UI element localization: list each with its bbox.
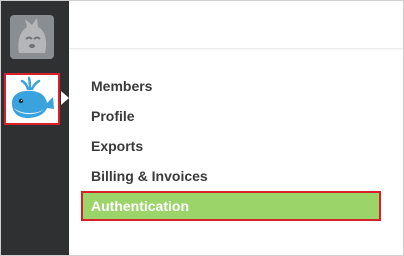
app-frame: Members Profile Exports Billing & Invoic… <box>0 0 404 256</box>
menu-item-exports[interactable]: Exports <box>81 131 381 161</box>
workspace-avatar-fox[interactable] <box>10 15 54 59</box>
menu-item-billing-invoices[interactable]: Billing & Invoices <box>81 161 381 191</box>
menu-item-profile[interactable]: Profile <box>81 101 381 131</box>
selected-workspace-pointer <box>61 91 69 105</box>
fox-avatar-icon <box>18 18 47 53</box>
whale-avatar-icon <box>12 76 54 118</box>
top-bar <box>69 1 403 49</box>
settings-menu: Members Profile Exports Billing & Invoic… <box>81 71 381 221</box>
workspace-avatar-whale[interactable] <box>4 73 60 125</box>
menu-item-members[interactable]: Members <box>81 71 381 101</box>
workspace-sidebar <box>1 1 69 255</box>
menu-item-authentication[interactable]: Authentication <box>81 191 381 221</box>
